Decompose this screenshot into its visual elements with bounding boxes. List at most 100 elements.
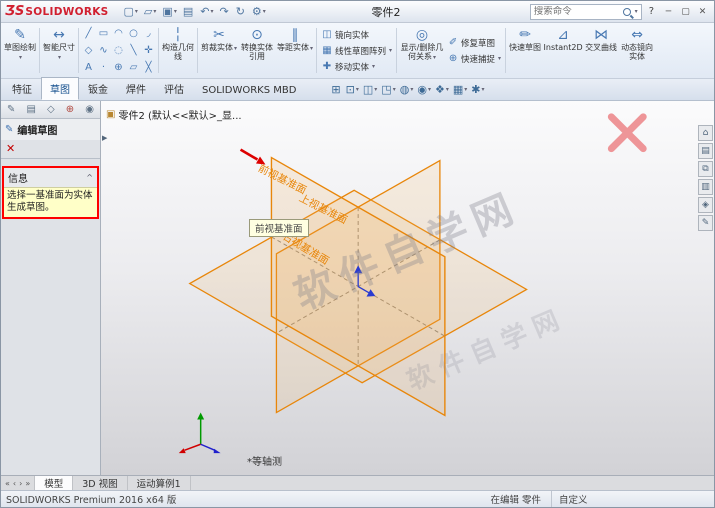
cancel-button[interactable]: ✕ bbox=[6, 142, 15, 155]
main-area: ✎ ▤ ◇ ⊕ ◉ ✎ 编辑草图 ✕ 信息 ^ bbox=[1, 101, 714, 475]
manager-pane-tabs: ✎ ▤ ◇ ⊕ ◉ bbox=[1, 101, 100, 119]
minimize-button[interactable]: ─ bbox=[661, 7, 676, 17]
move-entities-button[interactable]: ✚ 移动实体 ▾ bbox=[319, 59, 394, 74]
manager-tab[interactable]: ◉ bbox=[85, 104, 94, 115]
task-pane-tab[interactable]: ⧉ bbox=[698, 161, 713, 177]
instant2d-icon: ⊿ bbox=[557, 27, 569, 43]
tab-nav-arrow[interactable]: » bbox=[25, 479, 30, 488]
chevron-down-icon: ▾ bbox=[310, 45, 313, 52]
offset-entities-icon: ∥ bbox=[292, 27, 299, 43]
command-search-box[interactable]: ▾ bbox=[530, 4, 642, 20]
view-tool-button[interactable]: ◉▾ bbox=[417, 83, 431, 96]
message-group-header[interactable]: 信息 ^ bbox=[4, 168, 97, 187]
view-tool-button[interactable]: ⊡▾ bbox=[346, 83, 359, 96]
quick-snaps-button[interactable]: ⊕ 快速捕捉 ▾ bbox=[445, 51, 503, 66]
custom-status-combo[interactable]: 自定义 bbox=[551, 491, 709, 507]
repair-sketch-button[interactable]: ✐ 修复草图 bbox=[445, 35, 503, 50]
sketch-entity-button[interactable]: ⊕ bbox=[111, 59, 126, 76]
view-tool-button[interactable]: ◳▾ bbox=[381, 83, 395, 96]
sketch-entity-button[interactable]: ▭ bbox=[96, 25, 111, 42]
smart-dimension-icon: ↔ bbox=[53, 27, 65, 43]
quick-access-button[interactable]: ▣▾ bbox=[159, 4, 179, 19]
view-tool-button[interactable]: ◫▾ bbox=[363, 83, 377, 96]
help-button[interactable]: ? bbox=[644, 6, 659, 17]
document-tab-bar: « ‹ › » 模型 3D 视图 运动算例1 bbox=[1, 475, 714, 490]
chevron-down-icon[interactable]: ▾ bbox=[635, 8, 638, 15]
sketch-entity-button[interactable]: · bbox=[96, 59, 111, 76]
command-tab[interactable]: 钣金 bbox=[79, 77, 117, 100]
close-button[interactable]: ✕ bbox=[695, 7, 710, 17]
rapid-sketch-button[interactable]: ✏ 快速草图 bbox=[508, 24, 542, 77]
document-tab[interactable]: 模型 bbox=[35, 476, 73, 490]
quick-access-button[interactable]: ↷ bbox=[216, 4, 232, 19]
sketch-entity-button[interactable]: ◠ bbox=[111, 25, 126, 42]
sketch-entity-button[interactable]: ◇ bbox=[81, 42, 96, 59]
command-tab[interactable]: 评估 bbox=[155, 77, 193, 100]
tab-nav-arrow[interactable]: ‹ bbox=[13, 479, 16, 488]
construction-geometry-button[interactable]: ╎ 构造几何线 bbox=[161, 24, 195, 77]
panel-flyout-arrow[interactable]: ▶ bbox=[102, 134, 107, 142]
search-input[interactable] bbox=[534, 6, 620, 17]
view-tool-button[interactable]: ◍▾ bbox=[400, 83, 414, 96]
command-tab[interactable]: SOLIDWORKS MBD bbox=[193, 81, 305, 100]
task-pane-tab[interactable]: ◈ bbox=[698, 197, 713, 213]
command-tab[interactable]: 草图 bbox=[41, 77, 79, 100]
task-pane-tab[interactable]: ▤ bbox=[698, 143, 713, 159]
sketch-entity-button[interactable]: ╳ bbox=[141, 59, 156, 76]
chevron-down-icon: ▾ bbox=[433, 54, 436, 61]
view-tool-button[interactable]: ✱▾ bbox=[471, 83, 484, 96]
command-tab[interactable]: 特征 bbox=[3, 77, 41, 100]
task-pane-tab[interactable]: ⌂ bbox=[698, 125, 713, 141]
scissors-icon: ✂ bbox=[213, 27, 225, 43]
view-tool-button[interactable]: ❖▾ bbox=[435, 83, 449, 96]
quick-access-button[interactable]: ⚙▾ bbox=[249, 4, 269, 19]
sketch-entity-button[interactable]: ▱ bbox=[126, 59, 141, 76]
sketch-entity-button[interactable]: ○ bbox=[126, 25, 141, 42]
linear-sketch-pattern-button[interactable]: ▦ 线性草图阵列 ▾ bbox=[319, 43, 394, 58]
quick-access-button[interactable]: ▤ bbox=[180, 4, 197, 19]
manager-tab[interactable]: ✎ bbox=[7, 104, 15, 115]
maximize-button[interactable]: ▢ bbox=[678, 7, 693, 17]
manager-tab[interactable]: ▤ bbox=[26, 104, 35, 115]
command-tab[interactable]: 焊件 bbox=[117, 77, 155, 100]
trim-entities-button[interactable]: ✂ 剪裁实体▾ bbox=[200, 24, 238, 77]
manager-tab[interactable]: ◇ bbox=[47, 104, 55, 115]
search-icon[interactable] bbox=[623, 8, 631, 16]
convert-entities-button[interactable]: ⊙ 转换实体引用 bbox=[238, 24, 276, 77]
intersection-curve-button[interactable]: ⋈ 交叉曲线 bbox=[584, 24, 618, 77]
sketch-entity-button[interactable]: A bbox=[81, 59, 96, 76]
sketch-entity-button[interactable]: ╲ bbox=[126, 42, 141, 59]
document-tab[interactable]: 运动算例1 bbox=[128, 476, 191, 490]
sketch-entity-button[interactable]: ╱ bbox=[81, 25, 96, 42]
document-tab[interactable]: 3D 视图 bbox=[73, 476, 127, 490]
sketch-entity-button[interactable]: ∿ bbox=[96, 42, 111, 59]
close-sketch-icon[interactable] bbox=[611, 117, 643, 149]
collapse-chevron-icon[interactable]: ^ bbox=[86, 173, 93, 182]
quick-access-button[interactable]: ↶▾ bbox=[197, 4, 216, 19]
manager-tab[interactable]: ⊕ bbox=[66, 104, 74, 115]
quick-access-button[interactable]: ▱▾ bbox=[141, 4, 159, 19]
document-title: 零件2 bbox=[372, 4, 401, 20]
mirror-entities-button[interactable]: ◫ 镜向实体 bbox=[319, 27, 394, 42]
display-delete-relations-button[interactable]: ◎ 显示/删除几何关系▾ bbox=[399, 24, 445, 77]
sketch-entity-button[interactable]: ◌ bbox=[111, 42, 126, 59]
task-pane-tab[interactable]: ✎ bbox=[698, 215, 713, 231]
view-tool-button[interactable]: ⊞ bbox=[331, 83, 341, 96]
tab-nav-arrow[interactable]: › bbox=[19, 479, 22, 488]
quick-access-toolbar: ▢▾ ▱▾ ▣▾ ▤ ↶▾ ↷ ↻ ⚙▾ bbox=[121, 4, 269, 19]
sketch-entity-button[interactable]: ◞ bbox=[141, 25, 156, 42]
task-pane-tab[interactable]: ▥ bbox=[698, 179, 713, 195]
graphics-viewport[interactable]: ▣ 零件2 (默认<<默认>_显... ▶ 前视基准面 上视基准面 右视基准面 bbox=[101, 101, 714, 475]
chevron-down-icon: ▾ bbox=[234, 45, 237, 52]
sketch-entity-button[interactable]: ✛ bbox=[141, 42, 156, 59]
tab-nav-arrow[interactable]: « bbox=[5, 479, 10, 488]
smart-dimension-button[interactable]: ↔ 智能尺寸▾ bbox=[42, 24, 76, 77]
sketch-button[interactable]: ✎ 草图绘制▾ bbox=[3, 24, 37, 77]
feature-tree-flyout[interactable]: ▣ 零件2 (默认<<默认>_显... bbox=[106, 107, 242, 122]
quick-access-button[interactable]: ▢▾ bbox=[121, 4, 141, 19]
dynamic-mirror-button[interactable]: ⇔ 动态镜向实体 bbox=[618, 24, 656, 77]
instant2d-button[interactable]: ⊿ Instant2D bbox=[542, 24, 584, 77]
offset-entities-button[interactable]: ∥ 等距实体▾ bbox=[276, 24, 314, 77]
view-tool-button[interactable]: ▦▾ bbox=[453, 83, 467, 96]
quick-access-button[interactable]: ↻ bbox=[233, 4, 249, 19]
